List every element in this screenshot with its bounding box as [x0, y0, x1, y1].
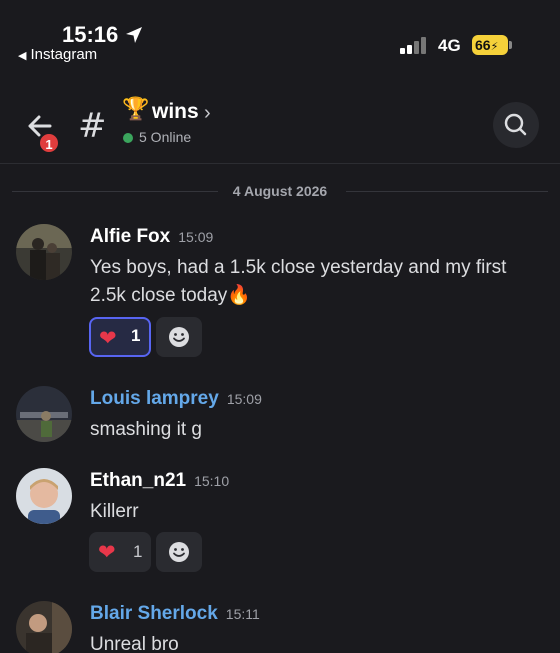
author-name[interactable]: Blair Sherlock — [90, 603, 218, 624]
search-icon — [504, 113, 527, 136]
heart-icon: ❤ — [98, 541, 116, 564]
message-text: Killerr — [90, 501, 139, 522]
date-divider: 4 August 2026 — [12, 181, 548, 201]
avatar[interactable] — [16, 224, 72, 280]
battery-indicator: 66⚡ — [472, 35, 512, 55]
location-arrow-icon — [126, 27, 142, 43]
reaction-count: 1 — [133, 542, 143, 561]
back-triangle-icon: ◀ — [18, 50, 27, 62]
message-time: 15:09 — [178, 229, 214, 245]
battery-level: 66 — [475, 37, 491, 53]
message-author[interactable]: Louis lamprey 15:09 — [90, 388, 262, 410]
search-button[interactable] — [493, 102, 539, 148]
status-bar: 15:16 ◀ Instagram 4G 66⚡ — [0, 0, 560, 70]
message-text: Unreal bro — [90, 634, 179, 653]
author-name[interactable]: Alfie Fox — [90, 226, 170, 247]
message-item[interactable]: Louis lamprey 15:09 smashing it g — [0, 386, 560, 446]
add-reaction-button[interactable] — [156, 532, 202, 572]
message-item[interactable]: Blair Sherlock 15:11 Unreal bro — [0, 601, 560, 653]
message-author[interactable]: Ethan_n21 15:10 — [90, 470, 229, 492]
hashtag-icon: # — [78, 106, 107, 146]
trophy-icon: 🏆 — [122, 96, 150, 121]
message-time: 15:09 — [226, 391, 262, 407]
message-time: 15:11 — [225, 606, 260, 622]
status-time: 15:16 — [62, 22, 119, 47]
smile-icon — [169, 542, 189, 562]
network-type: 4G — [438, 36, 461, 55]
smile-icon — [169, 327, 189, 347]
channel-header: 1 # 🏆 wins › 5 Online — [0, 88, 560, 164]
message-item[interactable]: Alfie Fox 15:09 Yes boys, had a 1.5k clos… — [0, 224, 560, 359]
message-time: 15:10 — [194, 473, 230, 489]
avatar[interactable] — [16, 601, 72, 653]
heart-reaction[interactable]: ❤ 1 — [89, 317, 151, 357]
message-text: Yes boys, had a 1.5k close yesterday and… — [90, 257, 507, 306]
online-count: 5 Online — [139, 129, 192, 145]
online-status-dot — [123, 133, 133, 143]
avatar[interactable] — [16, 386, 72, 442]
message-text: smashing it g — [90, 419, 202, 440]
add-reaction-button[interactable] — [156, 317, 202, 357]
chevron-right-icon[interactable]: › — [204, 102, 211, 125]
unread-badge: 1 — [38, 132, 60, 154]
message-author[interactable]: Blair Sherlock 15:11 — [90, 603, 260, 625]
signal-icon — [400, 36, 430, 54]
author-name[interactable]: Louis lamprey — [90, 388, 219, 409]
heart-reaction[interactable]: ❤ 1 — [89, 532, 151, 572]
heart-icon: ❤ — [99, 327, 117, 350]
channel-name[interactable]: wins — [152, 100, 199, 124]
reaction-count: 1 — [131, 326, 141, 345]
back-app-label: Instagram — [30, 46, 98, 63]
back-to-app-link[interactable]: ◀ Instagram — [18, 46, 97, 63]
avatar[interactable] — [16, 468, 72, 524]
message-author[interactable]: Alfie Fox 15:09 — [90, 226, 213, 248]
charging-bolt-icon: ⚡ — [490, 41, 499, 53]
author-name[interactable]: Ethan_n21 — [90, 470, 186, 491]
message-item[interactable]: Ethan_n21 15:10 Killerr ❤ 1 — [0, 468, 560, 578]
